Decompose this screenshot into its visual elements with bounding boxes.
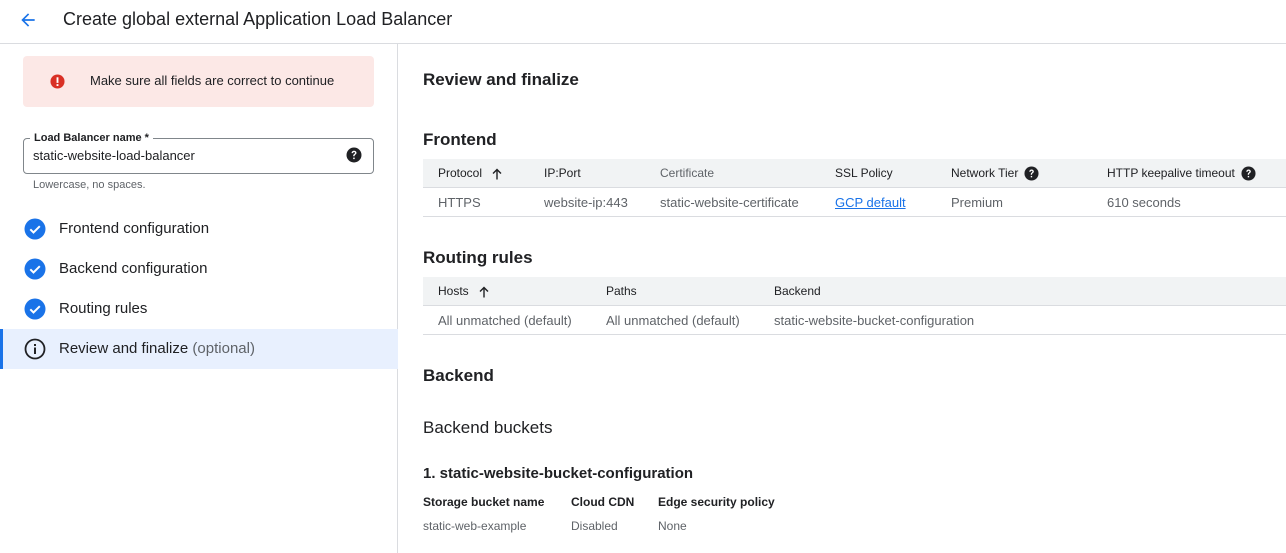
edge-security-policy-label: Edge security policy [658, 495, 775, 509]
backend-buckets-heading: Backend buckets [423, 418, 553, 437]
routing-rules-table: Hosts Paths Backend All unmatched (defau… [423, 277, 1286, 336]
ssl-policy-link[interactable]: GCP default [835, 195, 906, 211]
load-balancer-name-field[interactable]: Load Balancer name * [23, 131, 374, 174]
backend-heading: Backend [423, 366, 494, 385]
step-review-and-finalize[interactable]: Review and finalize (optional) [0, 329, 398, 369]
page-title: Create global external Application Load … [63, 9, 453, 29]
column-label: Protocol [438, 166, 483, 180]
arrow-back-icon [21, 13, 35, 27]
column-backend: Backend [774, 284, 821, 298]
field-hint: Lowercase, no spaces. [33, 179, 146, 191]
help-icon[interactable] [346, 147, 362, 163]
check-circle-icon [24, 218, 46, 240]
load-balancer-name-label: Load Balancer name * [30, 131, 153, 145]
step-backend-configuration[interactable]: Backend configuration [0, 249, 398, 289]
cell-protocol: HTTPS [438, 195, 481, 210]
step-label: Backend configuration [59, 260, 208, 277]
optional-tag: (optional) [192, 340, 255, 357]
arrow-up-icon [479, 286, 489, 297]
check-circle-icon [24, 258, 46, 280]
frontend-heading: Frontend [423, 130, 497, 149]
storage-bucket-name-label: Storage bucket name [423, 495, 545, 509]
column-ip-port: IP:Port [544, 166, 581, 180]
load-balancer-name-input[interactable] [33, 148, 333, 164]
cell-keepalive-timeout: 610 seconds [1107, 195, 1181, 210]
step-frontend-configuration[interactable]: Frontend configuration [0, 209, 398, 249]
help-icon[interactable] [1241, 166, 1256, 181]
column-http-keepalive-timeout: HTTP keepalive timeout [1107, 166, 1256, 181]
error-message: Make sure all fields are correct to cont… [90, 73, 335, 88]
step-label: Review and finalize [59, 340, 189, 357]
cloud-cdn-value: Disabled [571, 519, 618, 533]
cell-backend: static-website-bucket-configuration [774, 313, 975, 328]
cell-certificate: static-website-certificate [660, 195, 799, 210]
step-label: Frontend configuration [59, 220, 210, 237]
column-certificate: Certificate [660, 166, 715, 180]
step-label-wrapper: Review and finalize (optional) [59, 340, 255, 358]
table-header: Hosts Paths Backend [423, 277, 1286, 306]
routing-rules-heading: Routing rules [423, 248, 533, 267]
storage-bucket-name-value: static-web-example [423, 519, 527, 533]
info-icon [24, 338, 46, 360]
column-protocol[interactable]: Protocol [438, 166, 504, 181]
back-button[interactable] [14, 6, 42, 34]
arrow-up-icon [492, 168, 502, 179]
cell-hosts: All unmatched (default) [438, 313, 572, 328]
table-row: HTTPS website-ip:443 static-website-cert… [423, 188, 1286, 217]
column-paths: Paths [606, 284, 637, 298]
error-icon [50, 74, 65, 89]
table-row: All unmatched (default) All unmatched (d… [423, 306, 1286, 335]
cell-ip-port: website-ip:443 [544, 195, 628, 210]
page-header: Create global external Application Load … [0, 0, 1286, 44]
cell-network-tier: Premium [951, 195, 1004, 210]
review-panel: Review and finalize Frontend Protocol IP… [399, 44, 1286, 553]
column-hosts[interactable]: Hosts [438, 284, 491, 299]
step-label: Routing rules [59, 300, 148, 317]
stepper-panel: Make sure all fields are correct to cont… [0, 44, 398, 553]
cell-paths: All unmatched (default) [606, 313, 740, 328]
help-icon[interactable] [1024, 166, 1039, 181]
frontend-table: Protocol IP:Port Certificate SSL Policy … [423, 159, 1286, 218]
table-header: Protocol IP:Port Certificate SSL Policy … [423, 159, 1286, 188]
column-label: Network Tier [951, 166, 1019, 180]
edge-security-policy-value: None [658, 519, 687, 533]
column-network-tier: Network Tier [951, 166, 1039, 181]
check-circle-icon [24, 298, 46, 320]
cloud-cdn-label: Cloud CDN [571, 495, 635, 509]
review-heading: Review and finalize [423, 70, 579, 89]
column-ssl-policy: SSL Policy [835, 166, 893, 180]
error-banner: Make sure all fields are correct to cont… [23, 56, 374, 107]
step-routing-rules[interactable]: Routing rules [0, 289, 398, 329]
bucket-title: 1. static-website-bucket-configuration [423, 465, 694, 482]
column-label: HTTP keepalive timeout [1107, 166, 1235, 180]
column-label: Hosts [438, 284, 469, 298]
